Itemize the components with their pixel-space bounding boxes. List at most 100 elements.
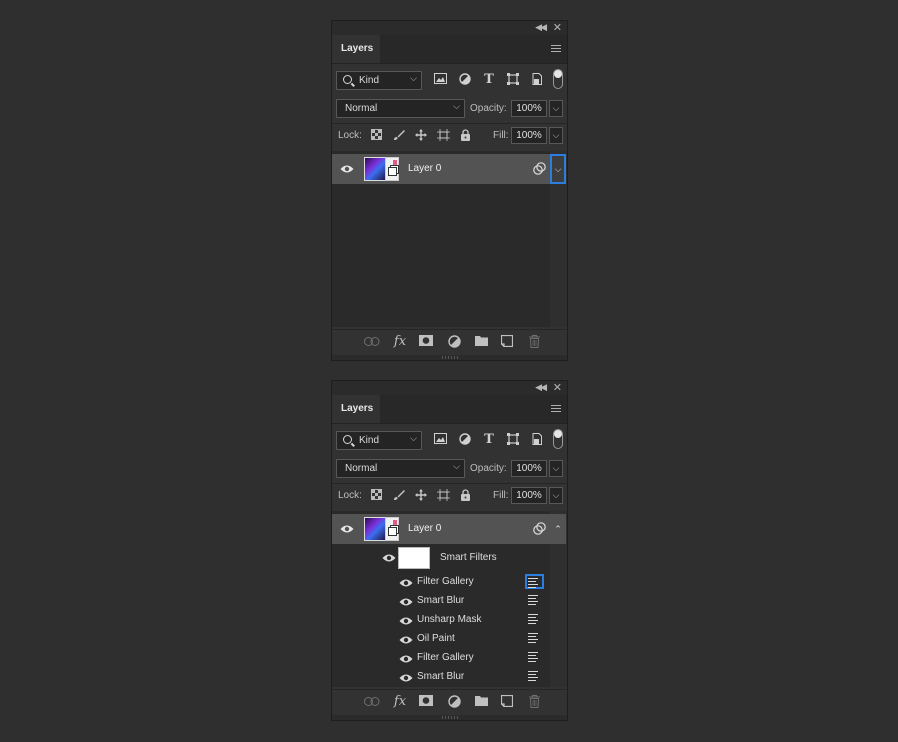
opacity-label: Opacity: [470, 463, 507, 474]
close-icon[interactable]: ✕ [553, 381, 562, 394]
fill-input[interactable]: 100% [511, 127, 547, 144]
image-icon[interactable] [433, 73, 447, 87]
filter-name: Filter Gallery [417, 652, 474, 663]
search-icon [343, 435, 352, 444]
panel-tab-row: Layers [332, 395, 567, 424]
type-icon[interactable]: T [482, 73, 496, 87]
smart-filter-mask-thumbnail[interactable] [398, 547, 430, 569]
eye-icon[interactable] [399, 654, 413, 664]
filter-blending-options-icon[interactable] [525, 650, 544, 665]
lock-brush-icon[interactable] [393, 489, 405, 501]
lock-transparent-icon[interactable] [370, 489, 382, 501]
lock-move-icon[interactable] [415, 489, 427, 501]
filter-row-item[interactable]: Oil Paint [332, 630, 550, 649]
divider [332, 123, 567, 124]
mask-icon[interactable] [418, 335, 434, 349]
adjustment-icon[interactable] [458, 73, 472, 87]
adjustment-layer-icon[interactable] [446, 335, 462, 349]
fill-input[interactable]: 100% [511, 487, 547, 504]
layer-row[interactable]: Layer 0 [332, 154, 550, 184]
collapse-icon[interactable]: ◀◀ [535, 22, 547, 33]
smart-object-badge-icon [385, 517, 399, 541]
kind-filter-select[interactable]: Kind ⌵ [336, 71, 422, 90]
filter-row-item[interactable]: Smart Blur [332, 668, 550, 687]
smart-object-icon[interactable] [530, 73, 544, 87]
smart-object-icon[interactable] [530, 433, 544, 447]
eye-icon[interactable] [399, 578, 413, 588]
new-layer-icon[interactable] [499, 694, 515, 709]
filter-row-item[interactable]: Smart Blur [332, 592, 550, 611]
tab-layers[interactable]: Layers [332, 395, 380, 423]
filter-row-item[interactable]: Filter Gallery [332, 573, 550, 592]
lock-all-icon[interactable] [459, 489, 471, 501]
fx-icon[interactable]: fx [392, 695, 408, 709]
lock-brush-icon[interactable] [393, 129, 405, 141]
filter-toggle-switch[interactable] [553, 69, 563, 89]
panel-menu-icon[interactable] [551, 405, 561, 413]
adjustment-icon[interactable] [458, 433, 472, 447]
expand-chevron-icon[interactable]: ⌵ [550, 154, 566, 184]
filter-row-item[interactable]: Unsharp Mask [332, 611, 550, 630]
lock-move-icon[interactable] [415, 129, 427, 141]
filter-toggle-switch[interactable] [553, 429, 563, 449]
shape-icon[interactable] [506, 433, 520, 447]
link-icon[interactable] [364, 335, 380, 349]
panel-menu-icon[interactable] [551, 45, 561, 53]
fill-label: Fill: [493, 130, 509, 141]
opacity-input[interactable]: 100% [511, 100, 547, 117]
trash-icon[interactable] [526, 335, 542, 349]
eye-icon[interactable] [340, 524, 354, 534]
layer-name[interactable]: Layer 0 [408, 523, 441, 534]
fill-dropdown-button[interactable]: ⌵ [549, 127, 563, 144]
layer-name[interactable]: Layer 0 [408, 163, 441, 174]
blend-mode-select[interactable]: Normal ⌵ [336, 99, 465, 118]
collapse-icon[interactable]: ◀◀ [535, 382, 547, 393]
resize-grip[interactable] [332, 715, 567, 720]
trash-icon[interactable] [526, 695, 542, 709]
adjustment-layer-icon[interactable] [446, 695, 462, 709]
filter-blending-options-icon[interactable] [525, 669, 544, 684]
blend-mode-select[interactable]: Normal ⌵ [336, 459, 465, 478]
layer-row[interactable]: Layer 0 [332, 514, 550, 544]
new-layer-icon[interactable] [499, 334, 515, 349]
link-icon[interactable] [364, 695, 380, 709]
eye-icon[interactable] [399, 673, 413, 683]
lock-all-icon[interactable] [459, 129, 471, 141]
shape-icon[interactable] [506, 73, 520, 87]
collapse-chevron-icon[interactable]: ⌃ [550, 514, 566, 544]
close-icon[interactable]: ✕ [553, 21, 562, 34]
lock-artboard-icon[interactable] [437, 129, 450, 141]
group-folder-icon[interactable] [473, 695, 489, 709]
filter-blending-options-icon[interactable] [525, 612, 544, 627]
filter-blending-options-icon[interactable] [525, 631, 544, 646]
lock-transparent-icon[interactable] [370, 129, 382, 141]
lock-label: Lock: [338, 490, 362, 501]
smart-object-badge-icon [385, 157, 399, 181]
eye-icon[interactable] [399, 635, 413, 645]
smart-filters-label: Smart Filters [440, 552, 497, 563]
chevron-down-icon: ⌵ [453, 461, 460, 471]
opacity-dropdown-button[interactable]: ⌵ [549, 460, 563, 477]
tab-layers[interactable]: Layers [332, 35, 380, 63]
smart-filters-row[interactable]: Smart Filters [332, 547, 550, 573]
image-icon[interactable] [433, 433, 447, 447]
kind-filter-select[interactable]: Kind ⌵ [336, 431, 422, 450]
fill-dropdown-button[interactable]: ⌵ [549, 487, 563, 504]
filter-blending-options-icon[interactable] [525, 593, 544, 608]
eye-icon[interactable] [382, 553, 396, 563]
fx-icon[interactable]: fx [392, 335, 408, 349]
opacity-dropdown-button[interactable]: ⌵ [549, 100, 563, 117]
filter-blending-options-icon[interactable] [525, 574, 544, 589]
type-icon[interactable]: T [482, 433, 496, 447]
eye-icon[interactable] [399, 597, 413, 607]
smart-filter-link-icon [533, 522, 546, 535]
filter-row-item[interactable]: Filter Gallery [332, 649, 550, 668]
mask-icon[interactable] [418, 695, 434, 709]
eye-icon[interactable] [340, 164, 354, 174]
eye-icon[interactable] [399, 616, 413, 626]
group-folder-icon[interactable] [473, 335, 489, 349]
lock-artboard-icon[interactable] [437, 489, 450, 501]
opacity-input[interactable]: 100% [511, 460, 547, 477]
resize-grip[interactable] [332, 355, 567, 360]
opacity-label: Opacity: [470, 103, 507, 114]
